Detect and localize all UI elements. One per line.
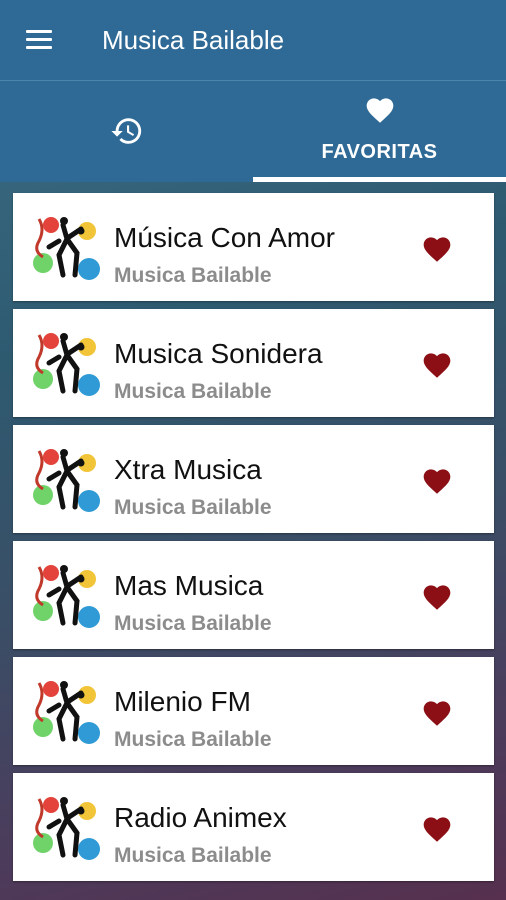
favorite-heart-icon[interactable] xyxy=(421,581,453,611)
station-subtitle: Musica Bailable xyxy=(114,612,272,635)
history-icon xyxy=(111,118,142,144)
station-logo xyxy=(29,559,101,631)
station-card[interactable]: Radio Animex Musica Bailable xyxy=(13,773,494,881)
station-subtitle: Musica Bailable xyxy=(114,496,272,519)
tab-favoritas-label: FAVORITAS xyxy=(321,141,438,163)
station-subtitle: Musica Bailable xyxy=(114,264,272,287)
app-title: Musica Bailable xyxy=(102,25,285,55)
station-subtitle: Musica Bailable xyxy=(114,380,272,403)
station-subtitle: Musica Bailable xyxy=(114,844,272,867)
app-screen: Musica Bailable FAVORITAS Música Con Amo… xyxy=(0,0,506,900)
app-bar: Musica Bailable xyxy=(0,0,506,80)
station-name: Música Con Amor xyxy=(114,222,335,253)
station-card[interactable]: Xtra Musica Musica Bailable xyxy=(13,425,494,533)
favorite-heart-icon[interactable] xyxy=(421,233,453,263)
station-card[interactable]: Milenio FM Musica Bailable xyxy=(13,657,494,765)
station-logo xyxy=(29,675,101,747)
station-logo xyxy=(29,443,101,515)
station-logo xyxy=(29,791,101,863)
favorite-heart-icon[interactable] xyxy=(421,813,453,843)
favorite-heart-icon[interactable] xyxy=(421,349,453,379)
station-logo xyxy=(29,211,101,283)
station-name: Radio Animex xyxy=(114,802,287,833)
station-name: Mas Musica xyxy=(114,570,264,601)
station-logo xyxy=(29,327,101,399)
station-card[interactable]: Mas Musica Musica Bailable xyxy=(13,541,494,649)
station-card[interactable]: Musica Sonidera Musica Bailable xyxy=(13,309,494,417)
tab-bar: FAVORITAS xyxy=(0,80,506,182)
station-subtitle: Musica Bailable xyxy=(114,728,272,751)
hamburger-menu-icon[interactable] xyxy=(22,26,56,54)
station-name: Musica Sonidera xyxy=(114,338,323,369)
station-card[interactable]: Música Con Amor Musica Bailable xyxy=(13,193,494,301)
favorite-heart-icon[interactable] xyxy=(421,465,453,495)
tab-history[interactable] xyxy=(0,81,253,182)
tab-favoritas[interactable]: FAVORITAS xyxy=(253,81,506,182)
station-list: Música Con Amor Musica Bailable Musica S… xyxy=(13,193,494,889)
heart-icon xyxy=(366,98,394,123)
favorite-heart-icon[interactable] xyxy=(421,697,453,727)
station-name: Milenio FM xyxy=(114,686,251,717)
selected-tab-indicator xyxy=(253,177,506,182)
station-name: Xtra Musica xyxy=(114,454,262,485)
